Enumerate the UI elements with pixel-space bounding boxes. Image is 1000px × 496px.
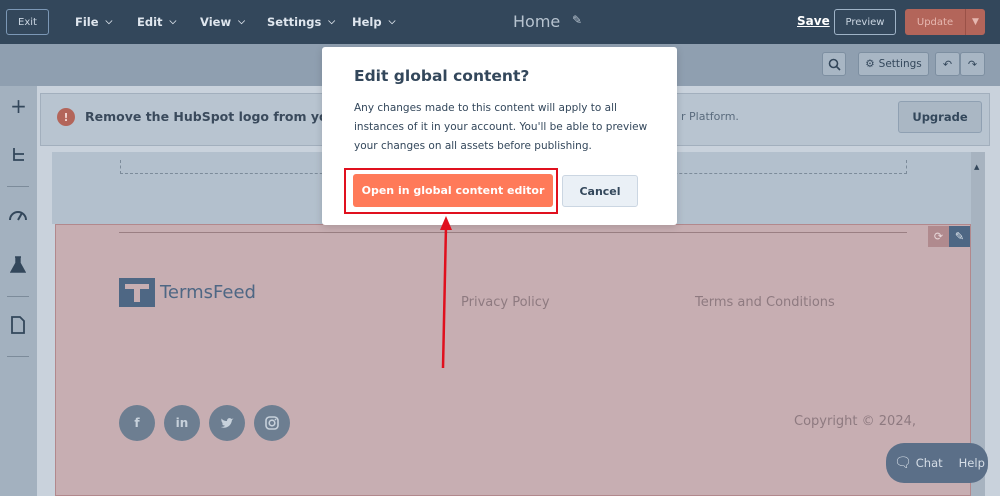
termsfeed-logo [119,278,155,307]
sidebar-divider [7,186,29,187]
add-icon[interactable]: + [0,94,37,118]
editor-top-bar: Exit File ⌵ Edit ⌵ View ⌵ Settings ⌵ Hel… [0,0,1000,44]
undo-icon: ↶ [942,57,953,71]
banner-message-tail: r Platform. [681,110,739,123]
settings-button-label: Settings [878,58,922,70]
alert-icon: ! [57,108,75,126]
sidebar-divider [7,356,29,357]
footer-divider [119,232,907,233]
exit-button[interactable]: Exit [6,9,49,35]
chevron-down-icon: ⌵ [169,17,177,27]
highlight-annotation-box [344,168,558,214]
search-icon [828,58,841,71]
chevron-down-icon: ⌵ [388,17,396,27]
menu-edit[interactable]: Edit ⌵ [137,0,176,44]
instagram-icon[interactable] [254,405,290,441]
global-footer-module[interactable] [55,224,971,496]
flask-icon[interactable] [10,256,26,274]
linkedin-glyph: in [175,416,189,430]
update-button[interactable]: Update ▼ [905,9,985,35]
redo-button[interactable]: ↷ [960,52,985,76]
menu-help-label: Help [352,15,382,29]
page-title: Home [513,12,561,31]
dialog-title: Edit global content? [354,67,530,85]
menu-view[interactable]: View ⌵ [200,0,245,44]
dialog-body: Any changes made to this content will ap… [354,102,648,152]
chevron-down-icon[interactable]: ▼ [965,9,985,35]
redo-icon: ↷ [967,57,978,71]
page-icon[interactable] [11,316,25,334]
menu-settings[interactable]: Settings ⌵ [267,0,335,44]
menu-edit-label: Edit [137,15,163,29]
chevron-down-icon: ⌵ [328,17,336,27]
menu-view-label: View [200,15,232,29]
cancel-button[interactable]: Cancel [562,175,638,207]
menu-file-label: File [75,15,99,29]
facebook-glyph: f [134,416,140,430]
gear-icon: ⚙ [865,58,875,70]
settings-button[interactable]: ⚙ Settings [858,52,929,76]
menu-file[interactable]: File ⌵ [75,0,112,44]
banner-message: Remove the HubSpot logo from your [85,109,343,124]
linkedin-icon[interactable]: in [164,405,200,441]
menu-settings-label: Settings [267,15,322,29]
twitter-bird-shape [221,418,234,428]
privacy-policy-link[interactable]: Privacy Policy [461,295,550,310]
pencil-icon[interactable]: ✎ [949,226,970,247]
chat-label: Chat [915,456,943,470]
module-tools: ⟳ ✎ [928,226,970,247]
brand-name: TermsFeed [160,282,256,303]
terms-link[interactable]: Terms and Conditions [695,295,835,310]
tree-icon[interactable] [10,146,28,164]
twitter-icon[interactable] [209,405,245,441]
chat-bubble-icon: 🗨 [894,455,912,471]
instagram-shape [265,416,279,430]
gauge-icon[interactable] [8,206,28,222]
save-button[interactable]: Save [797,14,830,28]
preview-button[interactable]: Preview [834,9,896,35]
scroll-up-icon[interactable]: ▲ [974,163,979,171]
chat-widget[interactable]: 🗨 Chat Help [886,443,988,483]
copyright-text: Copyright © 2024, [794,414,917,429]
help-label[interactable]: Help [959,456,985,470]
pencil-icon[interactable]: ✎ [572,13,582,27]
global-icon[interactable]: ⟳ [928,226,949,247]
chevron-down-icon: ⌵ [238,17,245,27]
sidebar-divider [7,296,29,297]
chevron-down-icon: ⌵ [105,17,113,27]
menu-help[interactable]: Help ⌵ [352,0,395,44]
search-button[interactable] [822,52,846,76]
facebook-icon[interactable]: f [119,405,155,441]
undo-button[interactable]: ↶ [935,52,960,76]
update-button-label: Update [916,16,954,28]
upgrade-button[interactable]: Upgrade [898,101,982,133]
